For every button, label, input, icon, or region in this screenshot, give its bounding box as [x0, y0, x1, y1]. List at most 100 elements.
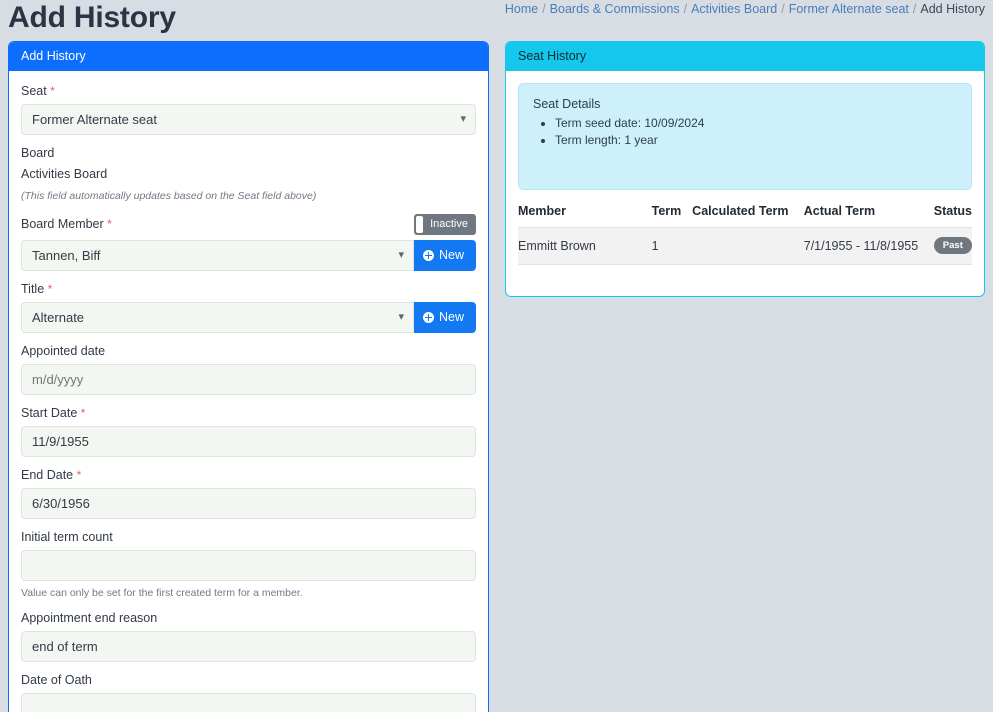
field-initial-term-count: Initial term count Value can only be set… — [21, 529, 476, 601]
field-board: Board Activities Board (This field autom… — [21, 145, 476, 204]
label-board: Board — [21, 146, 55, 160]
column-header-status: Status — [933, 204, 972, 228]
board-member-active-toggle[interactable]: Inactive — [414, 213, 476, 235]
seat-select-wrap: ▾ — [21, 104, 476, 135]
label-seat-text: Seat — [21, 84, 47, 98]
cell-term: 1 — [651, 227, 693, 265]
breadcrumb-item-boards-commissions[interactable]: Boards & Commissions — [550, 2, 680, 16]
column-header-calculated-term: Calculated Term — [692, 204, 804, 228]
seat-history-table-head: Member Term Calculated Term Actual Term … — [518, 204, 972, 228]
appointment-end-reason-input[interactable] — [21, 631, 476, 662]
label-appointed-date: Appointed date — [21, 344, 106, 358]
label-end-date-text: End Date — [21, 468, 74, 482]
initial-term-count-input[interactable] — [21, 550, 476, 581]
add-history-card: Add History Seat * ▾ Board Activities Bo… — [8, 41, 489, 712]
add-history-card-header: Add History — [9, 42, 488, 71]
column-header-term: Term — [651, 204, 693, 228]
table-row[interactable]: Emmitt Brown 1 7/1/1955 - 11/8/1955 Past — [518, 227, 972, 265]
column-header-member: Member — [518, 204, 652, 228]
title-select[interactable] — [21, 302, 414, 333]
start-date-input[interactable] — [21, 426, 476, 457]
title-select-wrap: ▾ — [21, 302, 414, 333]
initial-term-count-helper-text: Value can only be set for the first crea… — [21, 587, 303, 599]
right-column: Seat History Seat Details Term seed date… — [497, 41, 993, 712]
plus-circle-icon — [422, 250, 434, 261]
date-of-oath-input[interactable] — [21, 693, 476, 712]
label-seat: Seat * — [21, 83, 476, 99]
seat-history-card: Seat History Seat Details Term seed date… — [505, 41, 985, 297]
page-title: Add History — [8, 1, 176, 34]
left-column: Add History Seat * ▾ Board Activities Bo… — [0, 41, 497, 712]
field-end-date: End Date * — [21, 467, 476, 519]
seat-history-table-body: Emmitt Brown 1 7/1/1955 - 11/8/1955 Past — [518, 227, 972, 265]
breadcrumb-separator: / — [912, 2, 917, 16]
appointed-date-input[interactable] — [21, 364, 476, 395]
breadcrumb-item-current: Add History — [920, 2, 985, 16]
breadcrumb-separator: / — [683, 2, 688, 16]
title-input-group: ▾ New — [21, 302, 476, 333]
breadcrumb-item-activities-board[interactable]: Activities Board — [691, 2, 777, 16]
table-tail-spacer — [518, 265, 972, 282]
required-marker: * — [76, 468, 82, 482]
label-appointment-end-reason: Appointment end reason — [21, 611, 158, 625]
alert-spacer — [533, 149, 957, 175]
required-marker: * — [80, 406, 86, 420]
list-item: Term seed date: 10/09/2024 — [555, 115, 957, 132]
table-header-row: Member Term Calculated Term Actual Term … — [518, 204, 972, 228]
required-marker: * — [50, 84, 55, 98]
seat-details-list: Term seed date: 10/09/2024 Term length: … — [533, 115, 957, 149]
column-header-actual-term: Actual Term — [803, 204, 934, 228]
label-board-member: Board Member * — [21, 216, 112, 232]
plus-circle-icon — [422, 312, 434, 323]
required-marker: * — [47, 282, 53, 296]
label-title-text: Title — [21, 282, 45, 296]
end-date-input[interactable] — [21, 488, 476, 519]
seat-history-table: Member Term Calculated Term Actual Term … — [518, 204, 972, 265]
field-title: Title * ▾ New — [21, 281, 476, 333]
add-history-form: Seat * ▾ Board Activities Board (This fi… — [9, 71, 488, 712]
board-helper-text: (This field automatically updates based … — [21, 190, 317, 202]
label-end-date: End Date * — [21, 467, 476, 483]
page-root: Add History Home / Boards & Commissions / Ac… — [0, 0, 993, 712]
seat-history-card-header: Seat History — [506, 42, 984, 71]
breadcrumb-item-former-alternate-seat[interactable]: Former Alternate seat — [789, 2, 909, 16]
board-member-select-wrap: ▾ — [21, 240, 414, 271]
label-start-date: Start Date * — [21, 405, 476, 421]
seat-details-title: Seat Details — [533, 97, 601, 111]
new-title-button-label: New — [438, 310, 464, 325]
breadcrumb-item-home[interactable]: Home — [505, 2, 538, 16]
breadcrumb-separator: / — [542, 2, 546, 16]
cell-member: Emmitt Brown — [518, 227, 652, 265]
cell-calculated-term — [692, 227, 804, 265]
new-board-member-button[interactable]: New — [413, 240, 476, 271]
top-bar: Add History Home / Boards & Commissions / Ac… — [0, 0, 993, 38]
field-appointed-date: Appointed date — [21, 343, 476, 395]
label-initial-term-count: Initial term count — [21, 530, 113, 544]
label-title: Title * — [21, 281, 476, 297]
new-title-button[interactable]: New — [413, 302, 476, 333]
field-appointment-end-reason: Appointment end reason — [21, 610, 476, 662]
board-member-label-row: Board Member * Inactive — [21, 213, 476, 235]
seat-select[interactable] — [21, 104, 476, 135]
toggle-knob-icon — [416, 215, 424, 233]
cell-actual-term: 7/1/1955 - 11/8/1955 — [803, 227, 934, 265]
field-board-member: Board Member * Inactive ▾ — [21, 213, 476, 271]
breadcrumb: Home / Boards & Commissions / Activities Boa… — [505, 0, 985, 18]
field-date-of-oath: Date of Oath — [21, 672, 476, 712]
required-marker: * — [107, 217, 112, 231]
cell-status: Past — [933, 227, 972, 265]
seat-history-body: Seat Details Term seed date: 10/09/2024 … — [506, 71, 984, 296]
toggle-label: Inactive — [430, 217, 468, 230]
field-seat: Seat * ▾ — [21, 83, 476, 135]
board-member-select[interactable] — [21, 240, 414, 271]
list-item: Term length: 1 year — [555, 132, 957, 149]
label-board-member-text: Board Member — [21, 217, 104, 231]
board-value: Activities Board — [21, 167, 108, 181]
field-start-date: Start Date * — [21, 405, 476, 457]
status-badge: Past — [933, 237, 972, 254]
seat-details-alert: Seat Details Term seed date: 10/09/2024 … — [518, 83, 972, 190]
breadcrumb-separator: / — [781, 2, 785, 16]
board-member-input-group: ▾ New — [21, 240, 476, 271]
label-date-of-oath: Date of Oath — [21, 673, 92, 687]
content-columns: Add History Seat * ▾ Board Activities Bo… — [0, 41, 993, 712]
